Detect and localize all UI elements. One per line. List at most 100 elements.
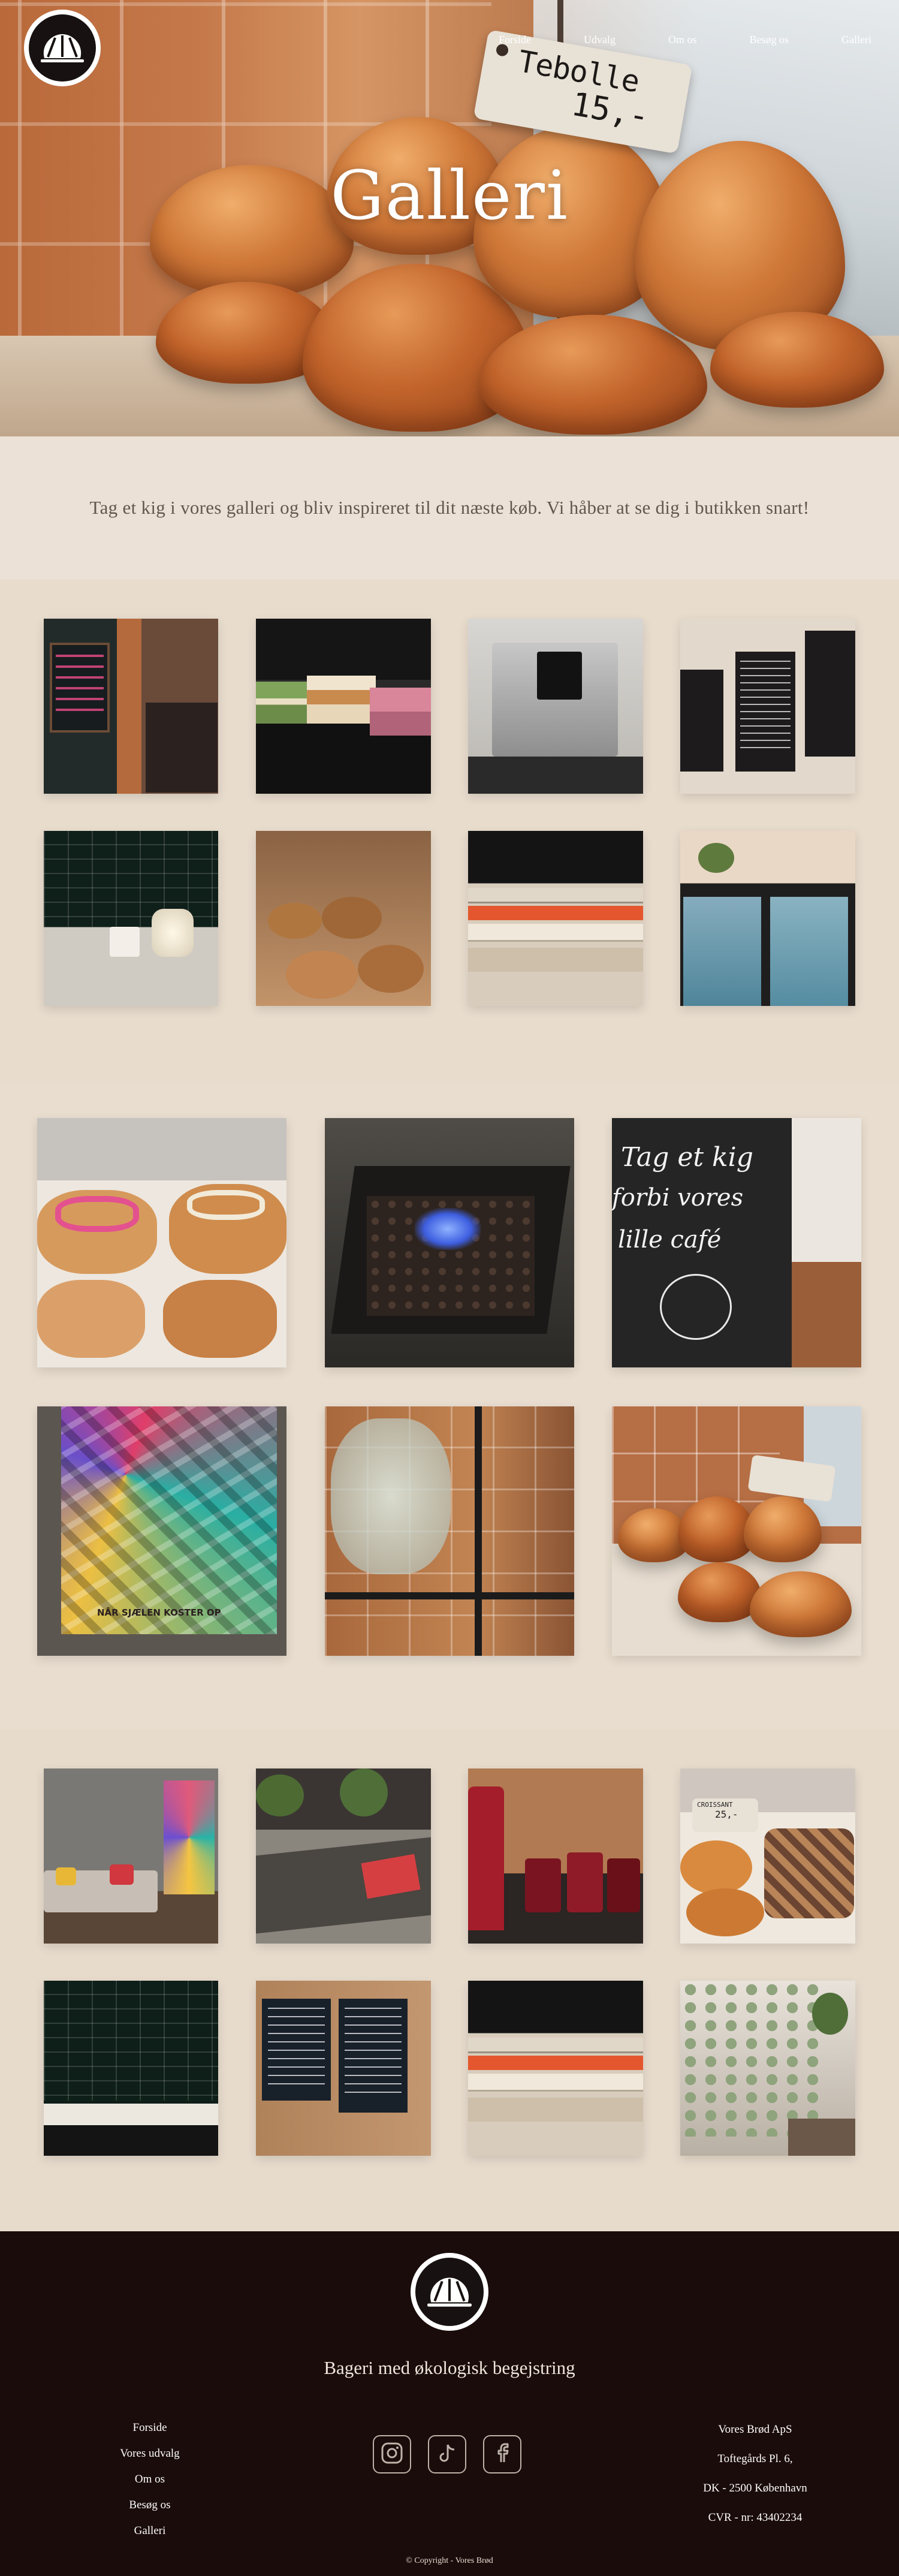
photo-croissant: [680, 1840, 752, 1894]
photo-book: [468, 906, 643, 920]
gallery-photo-book-stack[interactable]: [468, 831, 643, 1006]
gallery-photo-bread-baskets[interactable]: [256, 831, 431, 1006]
photo-chalk-lines: [56, 655, 104, 715]
photo-board-text: [345, 2008, 402, 2098]
gallery-photo-water-dispenser[interactable]: [325, 1406, 574, 1656]
photo-cushion: [56, 1867, 76, 1885]
footer-nav-forside[interactable]: Forside: [90, 2415, 210, 2441]
gallery-photo-tables-plants[interactable]: [256, 1768, 431, 1944]
facebook-icon: [491, 2442, 514, 2467]
footer-tagline: Bageri med økologisk begejstring: [324, 2357, 575, 2378]
photo-bun: [678, 1562, 762, 1622]
photo-glass-jar: [331, 1418, 451, 1574]
photo-croissant: [686, 1888, 764, 1936]
photo-jar: [525, 1858, 561, 1912]
photo-chalk-text: forbi vores: [612, 1184, 744, 1212]
photo-pastry: [37, 1280, 145, 1358]
copyright-text: © Copyright - Vores Brød: [406, 2556, 493, 2565]
gallery-photo-letter-boards[interactable]: [256, 1981, 431, 2156]
photo-cushion: [110, 1864, 134, 1885]
photo-shelf-frame: [325, 1592, 574, 1599]
photo-book: [468, 2056, 643, 2070]
photo-bread-loaf: [268, 903, 322, 939]
gallery-photo-jam-jars[interactable]: [468, 1768, 643, 1944]
hero-banner: Tebolle 15,- Galleri: [0, 0, 899, 436]
company-street: Toftegårds Pl. 6,: [717, 2453, 793, 2465]
gallery-photo-glazed-pastries[interactable]: [37, 1118, 286, 1367]
gallery-photo-lounge-sofa[interactable]: [44, 1768, 218, 1944]
gallery-photo-buns-tebolle[interactable]: [612, 1406, 861, 1656]
footer-nav-besog-os[interactable]: Besøg os: [90, 2492, 210, 2518]
photo-flame: [415, 1208, 481, 1250]
photo-sign-text: CROISSANT: [697, 1801, 733, 1809]
photo-shelf-frame: [475, 1406, 482, 1656]
photo-chalk-text: lille café: [618, 1226, 722, 1254]
intro-section: Tag et kig i vores galleri og bliv inspi…: [0, 436, 899, 579]
photo-table-legs: [44, 2125, 218, 2156]
photo-cake-green: [256, 682, 313, 724]
gallery-photo-dark-tiles[interactable]: [44, 1981, 218, 2156]
photo-fridge-glass: [770, 897, 848, 1006]
photo-cake-pink: [370, 688, 431, 736]
site-footer: Bageri med økologisk begejstring Forside…: [0, 2231, 899, 2576]
photo-cake-cream: [307, 676, 376, 724]
nav-item-om-os[interactable]: Om os: [642, 34, 723, 46]
footer-nav: Forside Vores udvalg Om os Besøg os Gall…: [90, 2415, 210, 2544]
instagram-button[interactable]: [373, 2435, 411, 2473]
gallery-section-2: Tag et kig forbi vores lille café NÅR SJ…: [0, 1083, 899, 1729]
photo-pastry-tray: [764, 1828, 854, 1918]
photo-machine-base: [468, 757, 643, 794]
photo-book: [468, 2038, 643, 2053]
gallery-photo-cafe-chalkboard[interactable]: Tag et kig forbi vores lille café: [612, 1118, 861, 1367]
footer-logo-link[interactable]: [411, 2253, 488, 2331]
photo-board-text: [268, 2008, 325, 2092]
gallery-section-1: [0, 579, 899, 1083]
gallery-photo-chalkboard-menu[interactable]: [44, 619, 218, 794]
gallery-photo-espresso-machine[interactable]: [468, 619, 643, 794]
gallery-photo-fridge-shelves[interactable]: [680, 831, 855, 1006]
nav-item-forside[interactable]: Forside: [472, 34, 557, 46]
gallery-photo-fire-table[interactable]: [325, 1118, 574, 1367]
gallery-photo-cakes-counter[interactable]: [256, 619, 431, 794]
photo-book: [468, 888, 643, 903]
gallery-section-3: CROISSANT 25,-: [0, 1729, 899, 2231]
company-info: Vores Brød ApS Toftegårds Pl. 6, DK - 25…: [677, 2415, 833, 2532]
photo-board: [680, 670, 723, 772]
gallery-photo-tiled-corner[interactable]: [44, 831, 218, 1006]
logo-link[interactable]: [24, 10, 101, 86]
nav-item-udvalg[interactable]: Udvalg: [557, 34, 642, 46]
photo-plant-leaves: [680, 1981, 818, 2137]
photo-tiles: [44, 831, 218, 927]
photo-plant: [340, 1768, 388, 1816]
photo-bread-loaf: [322, 897, 382, 939]
photo-table: [44, 2104, 218, 2125]
photo-plant: [256, 1774, 304, 1816]
photo-book: [468, 2074, 643, 2092]
photo-jar: [152, 909, 194, 957]
photo-pastry-icing: [187, 1190, 265, 1220]
photo-bread-loaf: [286, 951, 358, 999]
photo-chalk-drawing: [660, 1274, 732, 1340]
gallery-photo-hanging-plant[interactable]: [680, 1981, 855, 2156]
photo-bun: [750, 1571, 852, 1637]
gallery-photo-book-stack-2[interactable]: [468, 1981, 643, 2156]
main-nav: Forside Udvalg Om os Besøg os Galleri: [472, 34, 889, 46]
photo-pastry: [163, 1280, 277, 1358]
gallery-photo-menu-boards[interactable]: [680, 619, 855, 794]
facebook-button[interactable]: [483, 2435, 521, 2473]
photo-plant-pot: [110, 927, 140, 957]
page-title: Galleri: [330, 157, 569, 235]
nav-item-galleri[interactable]: Galleri: [815, 34, 889, 46]
footer-nav-galleri[interactable]: Galleri: [90, 2518, 210, 2544]
footer-nav-om-os[interactable]: Om os: [90, 2466, 210, 2492]
photo-floor: [792, 1262, 861, 1367]
nav-item-besog-os[interactable]: Besøg os: [723, 34, 816, 46]
photo-book: [468, 948, 643, 972]
gallery-photo-art-tapestry[interactable]: NÅR SJÆLEN KOSTER OP: [37, 1406, 286, 1656]
footer-nav-vores-udvalg[interactable]: Vores udvalg: [90, 2441, 210, 2466]
gallery-photo-croissants[interactable]: CROISSANT 25,-: [680, 1768, 855, 1944]
photo-pastry-icing: [55, 1196, 139, 1232]
tiktok-button[interactable]: [428, 2435, 466, 2473]
photo-machine-panel: [537, 652, 582, 700]
tiktok-icon: [436, 2442, 458, 2467]
